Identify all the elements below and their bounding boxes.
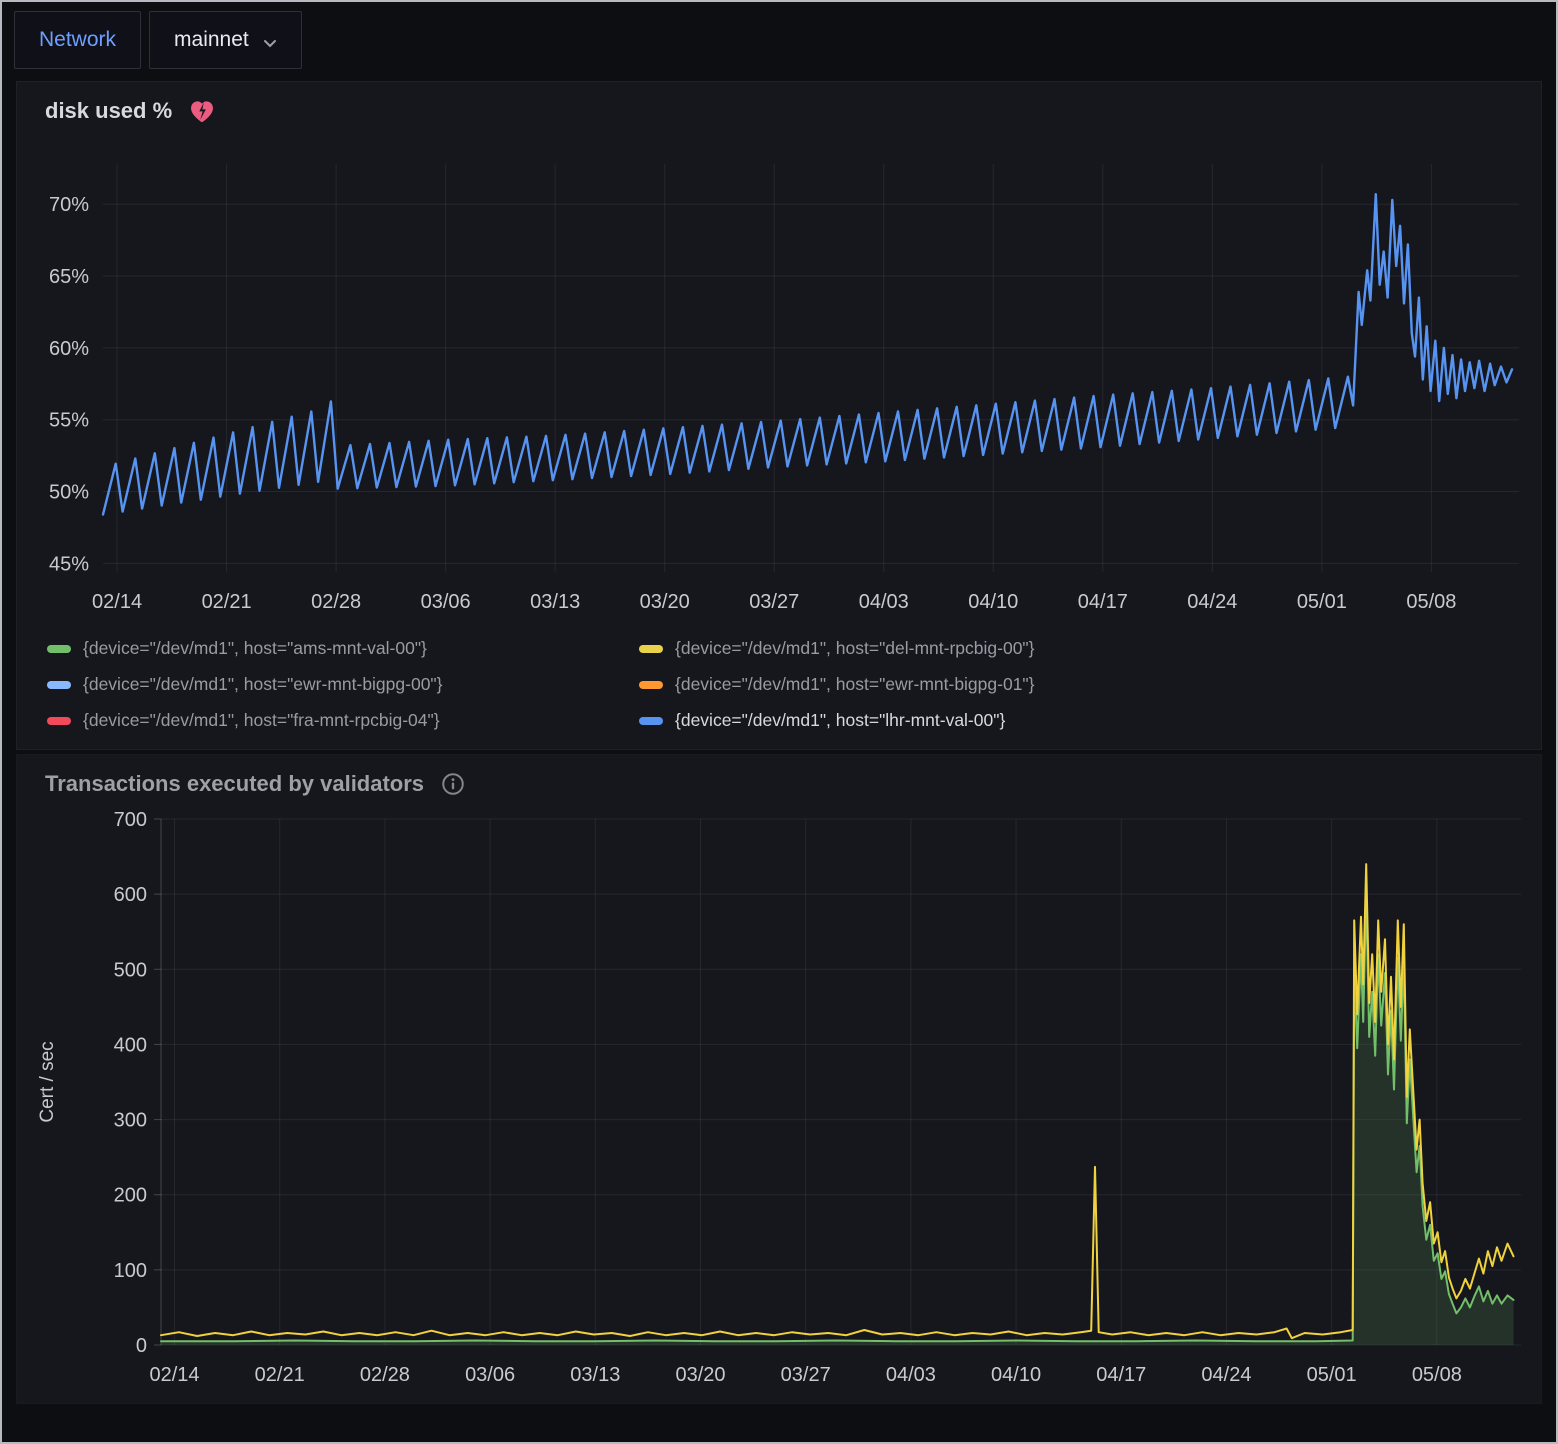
dashboard-variables-bar: Network mainnet bbox=[2, 2, 1556, 77]
x-tick-label: 02/14 bbox=[149, 1364, 199, 1386]
y-tick-label: 300 bbox=[114, 1110, 147, 1132]
series-line bbox=[161, 864, 1514, 1338]
legend-series-label: {device="/dev/md1", host="ewr-mnt-bigpg-… bbox=[675, 674, 1035, 695]
legend-item[interactable]: {device="/dev/md1", host="ewr-mnt-bigpg-… bbox=[47, 674, 639, 695]
legend-series-label: {device="/dev/md1", host="ewr-mnt-bigpg-… bbox=[83, 674, 443, 695]
y-tick-label: 0 bbox=[136, 1335, 147, 1357]
panel-transactions: Transactions executed by validators 0 100… bbox=[16, 754, 1542, 1404]
legend-series-color-swatch bbox=[47, 645, 71, 653]
variable-selected-value: mainnet bbox=[174, 28, 249, 52]
x-tick-label: 03/13 bbox=[570, 1364, 620, 1386]
x-tick-label: 02/14 bbox=[92, 591, 142, 613]
y-tick-label: 700 bbox=[114, 809, 147, 831]
x-tick-label: 02/28 bbox=[360, 1364, 410, 1386]
x-tick-label: 03/20 bbox=[675, 1364, 725, 1386]
x-tick-label: 03/06 bbox=[465, 1364, 515, 1386]
x-tick-label: 02/21 bbox=[255, 1364, 305, 1386]
x-tick-label: 04/03 bbox=[886, 1364, 936, 1386]
x-tick-label: 04/24 bbox=[1187, 591, 1237, 613]
panel-title[interactable]: disk used % bbox=[45, 98, 172, 124]
x-tick-label: 04/03 bbox=[859, 591, 909, 613]
disk-used-chart[interactable]: 45% 50% 55% 60% 65% 70% 02/14 02/21 02/28 03/06 03… bbox=[21, 130, 1535, 630]
legend-series-label: {device="/dev/md1", host="del-mnt-rpcbig… bbox=[675, 638, 1035, 659]
panel-disk-used-header: disk used % bbox=[17, 82, 1541, 130]
y-tick-label: 50% bbox=[49, 482, 89, 504]
x-tick-label: 03/27 bbox=[781, 1364, 831, 1386]
variable-label: Network bbox=[14, 11, 141, 69]
disk-legend: {device="/dev/md1", host="ams-mnt-val-00… bbox=[17, 630, 1541, 749]
panel-title[interactable]: Transactions executed by validators bbox=[45, 771, 424, 797]
series-line bbox=[161, 894, 1514, 1341]
x-tick-label: 04/24 bbox=[1201, 1364, 1251, 1386]
transactions-chart[interactable]: 0 100 200 300 400 500 600 700 02/14 02/21 02/28 03/… bbox=[21, 803, 1541, 1403]
legend-item[interactable]: {device="/dev/md1", host="lhr-mnt-val-00… bbox=[639, 710, 1521, 731]
info-circle-icon[interactable] bbox=[440, 771, 466, 797]
y-tick-label: 45% bbox=[49, 553, 89, 575]
y-tick-label: 600 bbox=[114, 884, 147, 906]
x-tick-label: 03/06 bbox=[421, 591, 471, 613]
y-tick-label: 65% bbox=[49, 266, 89, 288]
legend-item[interactable]: {device="/dev/md1", host="fra-mnt-rpcbig… bbox=[47, 710, 639, 731]
legend-series-color-swatch bbox=[639, 681, 663, 689]
legend-item[interactable]: {device="/dev/md1", host="del-mnt-rpcbig… bbox=[639, 638, 1521, 659]
panel-disk-used: disk used % 45% 50% 55% 60% 65% 70% 02/14 02/21… bbox=[16, 81, 1542, 750]
x-tick-label: 05/01 bbox=[1307, 1364, 1357, 1386]
y-tick-label: 100 bbox=[114, 1260, 147, 1282]
x-tick-label: 03/27 bbox=[749, 591, 799, 613]
y-tick-label: 200 bbox=[114, 1185, 147, 1207]
x-tick-label: 05/08 bbox=[1412, 1364, 1462, 1386]
x-tick-label: 02/21 bbox=[202, 591, 252, 613]
legend-series-label: {device="/dev/md1", host="lhr-mnt-val-00… bbox=[675, 710, 1005, 731]
y-tick-label: 55% bbox=[49, 410, 89, 432]
series-line bbox=[103, 194, 1512, 514]
panel-transactions-header: Transactions executed by validators bbox=[17, 755, 1541, 803]
legend-item[interactable]: {device="/dev/md1", host="ams-mnt-val-00… bbox=[47, 638, 639, 659]
legend-item[interactable]: {device="/dev/md1", host="ewr-mnt-bigpg-… bbox=[639, 674, 1521, 695]
x-tick-label: 03/20 bbox=[640, 591, 690, 613]
y-tick-label: 500 bbox=[114, 959, 147, 981]
y-tick-label: 70% bbox=[49, 194, 89, 216]
y-tick-label: 60% bbox=[49, 338, 89, 360]
x-tick-label: 05/01 bbox=[1297, 591, 1347, 613]
heart-break-icon[interactable] bbox=[188, 98, 216, 124]
y-axis-label: Cert / sec bbox=[37, 1041, 58, 1122]
network-variable-dropdown[interactable]: mainnet bbox=[149, 11, 302, 69]
x-tick-label: 02/28 bbox=[311, 591, 361, 613]
legend-series-color-swatch bbox=[47, 681, 71, 689]
x-tick-label: 05/08 bbox=[1406, 591, 1456, 613]
x-tick-label: 03/13 bbox=[530, 591, 580, 613]
legend-series-label: {device="/dev/md1", host="fra-mnt-rpcbig… bbox=[83, 710, 440, 731]
legend-series-color-swatch bbox=[639, 717, 663, 725]
x-tick-label: 04/17 bbox=[1096, 1364, 1146, 1386]
legend-series-label: {device="/dev/md1", host="ams-mnt-val-00… bbox=[83, 638, 427, 659]
x-tick-label: 04/17 bbox=[1078, 591, 1128, 613]
y-tick-label: 400 bbox=[114, 1034, 147, 1056]
chevron-down-icon bbox=[263, 30, 277, 54]
x-tick-label: 04/10 bbox=[968, 591, 1018, 613]
legend-series-color-swatch bbox=[639, 645, 663, 653]
x-tick-label: 04/10 bbox=[991, 1364, 1041, 1386]
legend-series-color-swatch bbox=[47, 717, 71, 725]
